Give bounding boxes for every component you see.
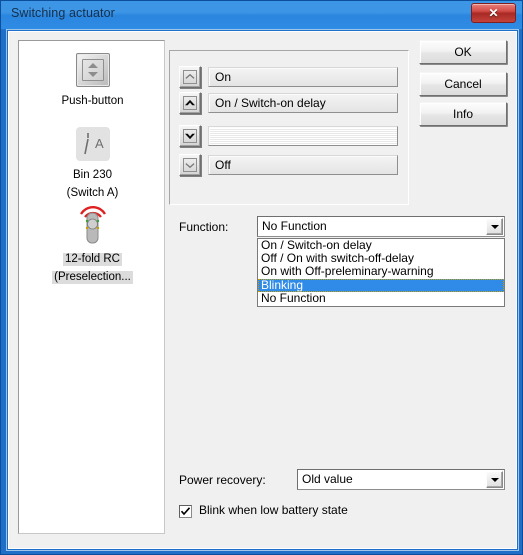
dropdown-option[interactable]: On with Off-preleminary-warning [258,265,504,278]
device-list-panel[interactable]: Push-button A Bin 230 (Switch A) 12-fold… [18,40,165,534]
switch-contact-icon: A [75,127,110,161]
device-item-push-button[interactable]: Push-button [19,53,166,109]
scene-text: On [208,67,398,87]
power-recovery-label: Power recovery: [179,473,266,487]
scene-row[interactable]: Off [179,154,401,176]
device-sublabel: (Switch A) [66,187,119,199]
close-button[interactable]: ✕ [471,3,516,23]
function-dropdown-list[interactable]: On / Switch-on delay Off / On with switc… [257,238,505,307]
cancel-button[interactable]: Cancel [419,72,507,96]
dialog-client-area: Push-button A Bin 230 (Switch A) 12-fold… [8,31,517,549]
chevron-up-light-icon[interactable] [179,66,201,88]
device-label: 12-fold RC [63,253,122,266]
device-label: Push-button [61,95,124,107]
function-label: Function: [179,220,229,234]
info-button[interactable]: Info [419,102,507,126]
window-title: Switching actuator [11,6,115,20]
scene-row[interactable]: On / Switch-on delay [179,92,401,114]
svg-text:A: A [95,136,104,151]
scene-row[interactable]: On [179,66,401,88]
chevron-down-icon[interactable] [486,471,503,488]
title-bar: Switching actuator ✕ [1,1,522,29]
device-item-bin-230[interactable]: A Bin 230 (Switch A) [19,127,166,201]
scene-group-box: On On / Switch-on delay Off [169,50,409,205]
chevron-up-bold-icon[interactable] [179,92,201,114]
dropdown-option[interactable]: No Function [258,291,504,305]
power-recovery-combobox-value: Old value [302,472,353,486]
scene-text: Off [208,155,398,175]
power-recovery-combobox[interactable]: Old value [297,469,505,490]
dropdown-option-selected[interactable]: Blinking [258,278,504,292]
chevron-up-glyph [87,63,98,68]
function-combobox-value: No Function [262,219,327,233]
chevron-down-glyph [87,72,98,77]
device-item-12-fold-rc[interactable]: 12-fold RC (Preselection... [19,203,166,285]
chevron-down-bold-icon[interactable] [179,125,201,147]
scene-row[interactable] [179,125,401,147]
ok-button[interactable]: OK [419,40,507,64]
remote-control-icon [73,203,113,247]
check-icon [180,507,191,516]
function-combobox[interactable]: No Function [257,216,505,237]
device-label: Bin 230 [72,169,112,181]
close-icon: ✕ [488,6,499,20]
blink-low-battery-checkbox[interactable]: Blink when low battery state [179,503,409,521]
chevron-down-light-icon[interactable] [179,154,201,176]
scene-text-empty [208,126,398,146]
push-button-icon [75,53,110,87]
scene-text: On / Switch-on delay [208,93,398,113]
chevron-down-icon[interactable] [486,218,503,235]
device-sublabel: (Preselection... [52,271,133,284]
blink-low-battery-label: Blink when low battery state [199,503,348,517]
dialog-window: Switching actuator ✕ Push-button A Bin 2… [0,0,523,555]
